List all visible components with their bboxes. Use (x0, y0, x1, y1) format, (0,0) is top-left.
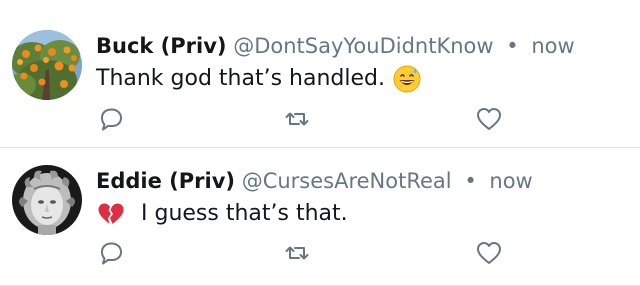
tweet-text: Thank god that’s handled. (96, 66, 385, 91)
tweet-header: Eddie (Priv) @CursesAreNotReal • now (96, 167, 630, 195)
retweet-button[interactable] (282, 104, 312, 134)
reply-button[interactable] (96, 104, 126, 134)
grinning-face-with-sweat-icon (392, 64, 422, 94)
timestamp: now (531, 34, 575, 58)
broken-heart-icon (96, 199, 126, 229)
tweet-card[interactable]: Eddie (Priv) @CursesAreNotReal • now I g… (0, 148, 640, 286)
tweet-card[interactable]: Buck (Priv) @DontSayYouDidntKnow • now T… (0, 0, 640, 148)
tweet-actions (0, 104, 640, 134)
author-handle[interactable]: @CursesAreNotReal (242, 169, 452, 193)
timestamp: now (489, 169, 533, 193)
separator-dot: • (506, 34, 519, 58)
tweet-text-container: I guess that’s that. (96, 199, 630, 229)
timeline: Buck (Priv) @DontSayYouDidntKnow • now T… (0, 0, 640, 286)
tweet-actions (0, 238, 640, 268)
avatar[interactable] (12, 30, 82, 100)
heart-icon (477, 108, 501, 130)
reply-icon (101, 108, 122, 131)
avatar[interactable] (12, 165, 82, 235)
tweet-text: I guess that’s that. (141, 201, 348, 226)
retweet-button[interactable] (282, 238, 312, 268)
separator-dot: • (464, 169, 477, 193)
like-button[interactable] (474, 104, 504, 134)
heart-icon (477, 242, 501, 264)
author-name[interactable]: Buck (Priv) (96, 34, 227, 58)
reply-button[interactable] (96, 238, 126, 268)
author-name[interactable]: Eddie (Priv) (96, 169, 235, 193)
medusa-statue-avatar-icon (12, 165, 82, 235)
retweet-icon (285, 112, 309, 126)
author-handle[interactable]: @DontSayYouDidntKnow (233, 34, 493, 58)
reply-icon (101, 242, 122, 265)
like-button[interactable] (474, 238, 504, 268)
tweet-text-container: Thank god that’s handled. (96, 64, 630, 94)
retweet-icon (285, 246, 309, 260)
tweet-header: Buck (Priv) @DontSayYouDidntKnow • now (96, 32, 630, 60)
orange-tree-avatar-icon (12, 30, 82, 100)
